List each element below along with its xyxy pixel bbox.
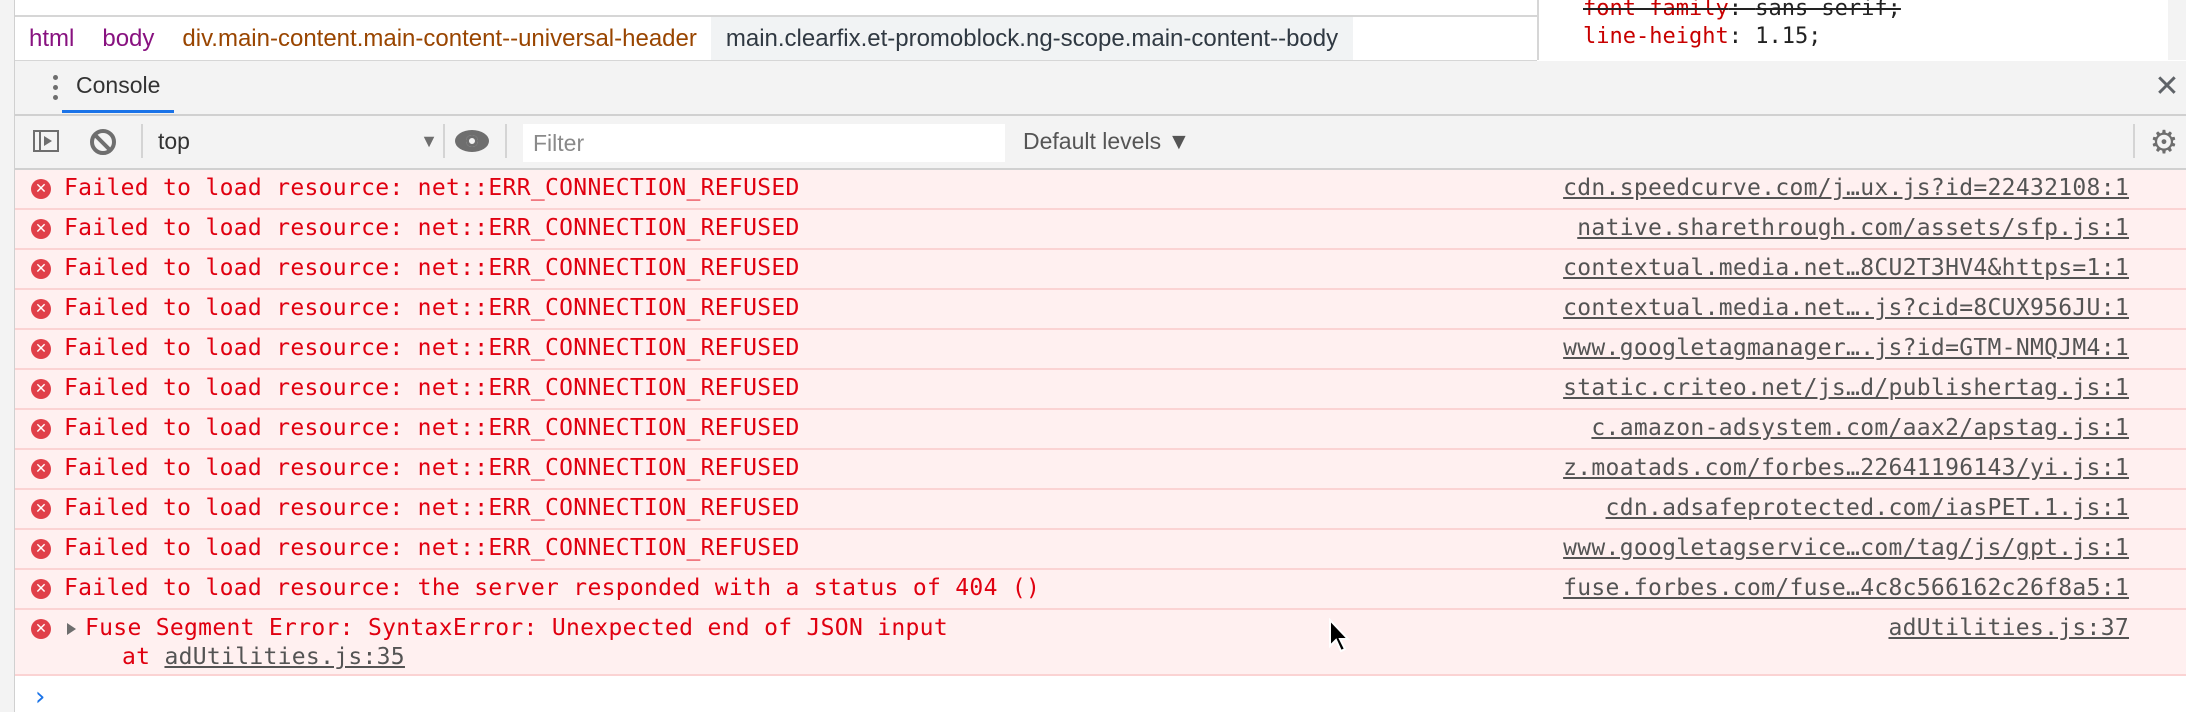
dropdown-arrow-icon: ▼ (420, 131, 438, 151)
breadcrumb-body[interactable]: body (88, 17, 168, 60)
drawer-tabbar: Console ✕ (15, 61, 2186, 116)
message-text: Failed to load resource: net::ERR_CONNEC… (64, 535, 800, 561)
style-prop: font-family (1583, 0, 1729, 21)
style-rule-font-family[interactable]: font-family: sans-serif; (1583, 0, 1901, 21)
console-messages: ✕Failed to load resource: net::ERR_CONNE… (15, 170, 2186, 676)
message-source-link[interactable]: adUtilities.js:37 (1888, 615, 2129, 641)
message-source-link[interactable]: contextual.media.net….js?cid=8CUX956JU:1 (1563, 295, 2129, 321)
style-value: sans-serif; (1755, 0, 1901, 21)
message-source-link[interactable]: cdn.adsafeprotected.com/iasPET.1.js:1 (1606, 495, 2129, 521)
toolbar-divider (141, 124, 143, 158)
breadcrumb-div[interactable]: div.main-content.main-content--universal… (168, 17, 710, 60)
message-text: Failed to load resource: net::ERR_CONNEC… (64, 255, 800, 281)
console-message: ✕ Failed to load resource: net::ERR_CONNE… (15, 450, 2186, 490)
toolbar-divider (443, 124, 445, 158)
console-message: ✕ Failed to load resource: net::ERR_CONNE… (15, 330, 2186, 370)
styles-pane: font-family: sans-serif; line-height: 1.… (1537, 0, 2171, 60)
console-message: ✕ Failed to load resource: net::ERR_CONNE… (15, 250, 2186, 290)
message-source-link[interactable]: native.sharethrough.com/assets/sfp.js:1 (1577, 215, 2129, 241)
error-icon: ✕ (31, 579, 51, 599)
sidebar-toggle-icon[interactable] (33, 130, 59, 152)
error-icon: ✕ (31, 299, 51, 319)
console-message: ✕ Failed to load resource: net::ERR_CONNE… (15, 490, 2186, 530)
filter-input[interactable] (523, 124, 1005, 162)
error-icon: ✕ (31, 539, 51, 559)
close-icon[interactable]: ✕ (2153, 72, 2181, 102)
message-source-link[interactable]: c.amazon-adsystem.com/aax2/apstag.js:1 (1591, 415, 2129, 441)
console-message: ✕ Failed to load resource: net::ERR_CONNE… (15, 170, 2186, 210)
error-icon: ✕ (31, 219, 51, 239)
error-icon: ✕ (31, 379, 51, 399)
message-text: Failed to load resource: net::ERR_CONNEC… (64, 295, 800, 321)
left-edge-gutter (0, 0, 15, 712)
log-levels-dropdown[interactable]: Default levels ▼ (1023, 122, 1190, 160)
stack-prefix: at (122, 644, 151, 670)
error-icon: ✕ (31, 459, 51, 479)
style-value: 1.15; (1755, 24, 1822, 49)
style-prop: line-height (1583, 24, 1729, 49)
breadcrumb-main-selected[interactable]: main.clearfix.et-promoblock.ng-scope.mai… (710, 17, 1354, 60)
message-text: Fuse Segment Error: SyntaxError: Unexpec… (85, 615, 948, 641)
tab-console-label: Console (76, 72, 161, 98)
message-text: Failed to load resource: net::ERR_CONNEC… (64, 335, 800, 361)
message-text: Failed to load resource: the server resp… (64, 575, 1041, 601)
eye-icon[interactable] (455, 130, 489, 152)
message-text: Failed to load resource: net::ERR_CONNEC… (64, 415, 800, 441)
toolbar-divider (505, 124, 507, 158)
message-text: Failed to load resource: net::ERR_CONNEC… (64, 175, 800, 201)
console-message-expandable: ✕ Fuse Segment Error: SyntaxError: Unexp… (15, 610, 2186, 676)
console-input[interactable] (65, 682, 2149, 712)
error-icon: ✕ (31, 339, 51, 359)
expand-triangle-icon[interactable] (67, 623, 76, 635)
error-icon: ✕ (31, 179, 51, 199)
message-source-link[interactable]: fuse.forbes.com/fuse…4c8c566162c26f8a5:1 (1563, 575, 2129, 601)
message-source-link[interactable]: contextual.media.net…8CU2T3HV4&https=1:1 (1563, 255, 2129, 281)
message-source-link[interactable]: static.criteo.net/js…d/publishertag.js:1 (1563, 375, 2129, 401)
active-tab-indicator (62, 110, 174, 113)
message-source-link[interactable]: www.googletagservice…com/tag/js/gpt.js:1 (1563, 535, 2129, 561)
stack-trace-link[interactable]: adUtilities.js:35 (164, 644, 405, 670)
style-rule-line-height[interactable]: line-height: 1.15; (1583, 24, 1821, 49)
message-source-link[interactable]: z.moatads.com/forbes…22641196143/yi.js:1 (1563, 455, 2129, 481)
error-icon: ✕ (31, 619, 51, 639)
console-message: ✕ Failed to load resource: net::ERR_CONNE… (15, 410, 2186, 450)
message-source-link[interactable]: cdn.speedcurve.com/j…ux.js?id=22432108:1 (1563, 175, 2129, 201)
stack-trace-line: at adUtilities.js:35 (122, 644, 405, 670)
console-toolbar: top ▼ Default levels ▼ ⚙ (15, 116, 2186, 170)
breadcrumb-html[interactable]: html (15, 17, 88, 60)
console-message: ✕ Failed to load resource: net::ERR_CONNE… (15, 210, 2186, 250)
prompt-caret-icon: › (35, 682, 46, 712)
console-prompt: › (15, 680, 2186, 712)
console-message: ✕ Failed to load resource: net::ERR_CONNE… (15, 290, 2186, 330)
message-text: Failed to load resource: net::ERR_CONNEC… (64, 455, 800, 481)
tab-console[interactable]: Console (62, 61, 174, 113)
message-text: Failed to load resource: net::ERR_CONNEC… (64, 215, 800, 241)
error-icon: ✕ (31, 259, 51, 279)
style-colon: : (1728, 24, 1756, 49)
elements-panel-top (15, 0, 1537, 17)
clear-console-icon[interactable] (90, 129, 116, 155)
context-selector[interactable]: top ▼ (158, 122, 438, 160)
dom-breadcrumb: html body div.main-content.main-content-… (15, 17, 1537, 62)
message-text: Failed to load resource: net::ERR_CONNEC… (64, 375, 800, 401)
message-text: Failed to load resource: net::ERR_CONNEC… (64, 495, 800, 521)
console-message: ✕ Failed to load resource: the server res… (15, 570, 2186, 610)
message-source-link[interactable]: www.googletagmanager….js?id=GTM-NMQJM4:1 (1563, 335, 2129, 361)
console-message: ✕ Failed to load resource: net::ERR_CONNE… (15, 530, 2186, 570)
error-icon: ✕ (31, 419, 51, 439)
toolbar-divider (2133, 124, 2135, 158)
context-value: top (158, 128, 190, 154)
styles-scrollbar[interactable] (2168, 0, 2186, 60)
console-message: ✕ Failed to load resource: net::ERR_CONNE… (15, 370, 2186, 410)
style-colon: : (1728, 0, 1756, 21)
error-icon: ✕ (31, 499, 51, 519)
gear-icon[interactable]: ⚙ (2148, 126, 2180, 158)
